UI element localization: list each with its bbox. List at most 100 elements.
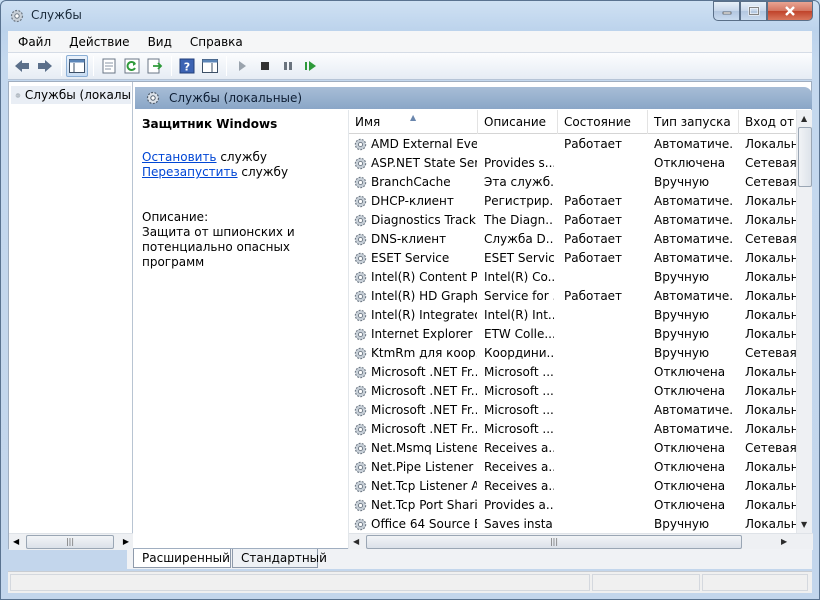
properties-button[interactable] (98, 55, 120, 77)
table-row[interactable]: ESET Service ESET Service Работает Автомати… (349, 249, 797, 268)
table-cell: Отключена (654, 498, 726, 512)
menu-help[interactable]: Справка (180, 35, 251, 49)
table-cell: Отключена (654, 384, 726, 398)
refresh-button[interactable] (121, 55, 143, 77)
table-row[interactable]: ASP.NET State Ser... Provides s... Отключе… (349, 154, 797, 173)
table-row[interactable]: Microsoft .NET Fr... Microsoft ... Автомат… (349, 401, 797, 420)
scroll-left-icon[interactable]: ◀ (353, 537, 359, 546)
scroll-thumb[interactable] (798, 127, 812, 187)
stop-service-link[interactable]: Остановить (142, 150, 217, 164)
column-header-name[interactable]: ▲ Имя (349, 110, 478, 134)
table-cell: Работает (564, 251, 623, 265)
close-button[interactable] (767, 1, 813, 21)
table-row[interactable]: Microsoft .NET Fr... Microsoft ... Отключе… (349, 363, 797, 382)
table-cell: Локальн (745, 270, 797, 284)
gear-icon (354, 214, 367, 227)
table-cell: Office 64 Source E... (371, 517, 477, 531)
table-cell: DNS-клиент (371, 232, 447, 246)
column-header-startup-type[interactable]: Тип запуска (648, 110, 739, 134)
table-cell: Автоматиче... (654, 289, 734, 303)
services-rows: AMD External Eve... Работает Автоматиче...… (349, 135, 797, 533)
scroll-thumb[interactable]: ||| (366, 535, 742, 549)
scroll-right-icon[interactable]: ▶ (781, 537, 787, 546)
toolbar-separator (93, 56, 94, 76)
scroll-down-icon[interactable]: ▼ (801, 520, 807, 529)
scroll-up-icon[interactable]: ▲ (801, 114, 807, 123)
help-button[interactable]: ? (176, 55, 198, 77)
table-row[interactable]: DNS-клиент Служба D... Работает Автоматиче.… (349, 230, 797, 249)
table-row[interactable]: Diagnostics Tracki... The Diagn... Работае… (349, 211, 797, 230)
tab-standard[interactable]: Стандартный (232, 549, 327, 568)
gear-icon (354, 271, 367, 284)
toolbar: ? (8, 53, 812, 80)
services-list: ▲ Имя Описание Состояние Тип запуска Вход… (348, 110, 813, 550)
table-cell: Локальн (745, 479, 797, 493)
maximize-button[interactable] (740, 1, 767, 21)
table-row[interactable]: Net.Tcp Listener A... Receives a... Отключ… (349, 477, 797, 496)
menu-file[interactable]: Файл (8, 35, 59, 49)
menu-view[interactable]: Вид (138, 35, 180, 49)
restart-service-link[interactable]: Перезапустить (142, 165, 238, 179)
export-list-button[interactable] (144, 55, 166, 77)
title-bar[interactable]: Службы (1, 1, 819, 31)
table-cell: Отключена (654, 460, 726, 474)
table-row[interactable]: Internet Explorer E... ETW Colle... Вручну… (349, 325, 797, 344)
status-segment (592, 574, 700, 591)
gear-icon (354, 176, 367, 189)
gear-icon (354, 499, 367, 512)
table-cell: Microsoft .NET Fr... (371, 365, 477, 379)
gear-icon (354, 157, 367, 170)
minimize-icon (722, 11, 731, 15)
table-row[interactable]: Intel(R) Content P... Intel(R) Co... Вручн… (349, 268, 797, 287)
table-cell: Intel(R) Integrated... (371, 308, 477, 322)
table-row[interactable]: AMD External Eve... Работает Автоматиче...… (349, 135, 797, 154)
table-row[interactable]: Intel(R) HD Graphi... Service for ... Рабо… (349, 287, 797, 306)
show-action-pane-button[interactable] (199, 55, 221, 77)
back-button[interactable] (11, 55, 33, 77)
pause-service-button[interactable] (277, 55, 299, 77)
table-cell: Автоматиче... (654, 403, 734, 417)
table-cell: Автоматиче... (654, 251, 734, 265)
table-row[interactable]: Intel(R) Integrated... Intel(R) Int... Вру… (349, 306, 797, 325)
menu-action[interactable]: Действие (59, 35, 137, 49)
gear-icon (354, 366, 367, 379)
table-cell: Saves insta... (484, 517, 554, 531)
show-console-tree-button[interactable] (66, 55, 88, 77)
restart-service-suffix: службу (237, 165, 289, 179)
start-service-button[interactable] (231, 55, 253, 77)
table-row[interactable]: Net.Tcp Port Shari... Provides a... Отключ… (349, 496, 797, 515)
table-row[interactable]: KtmRm для коор... Координи... Вручную Сетев… (349, 344, 797, 363)
forward-button[interactable] (34, 55, 56, 77)
svg-text:?: ? (184, 61, 190, 74)
table-row[interactable]: Microsoft .NET Fr... Microsoft ... Автомат… (349, 420, 797, 439)
table-row[interactable]: Net.Msmq Listene... Receives a... Отключен… (349, 439, 797, 458)
column-header-log-on-as[interactable]: Вход от и (739, 110, 797, 134)
stop-service-button[interactable] (254, 55, 276, 77)
table-row[interactable]: BranchCache Эта служб... Вручную Сетевая с (349, 173, 797, 192)
tab-extended[interactable]: Расширенный (133, 549, 231, 568)
minimize-button[interactable] (713, 1, 740, 21)
column-header-status[interactable]: Состояние (558, 110, 648, 134)
table-cell: Service for ... (484, 289, 554, 303)
scroll-right-icon[interactable]: ▶ (123, 537, 129, 546)
tree-item-services-local[interactable]: Службы (локалы (11, 86, 131, 104)
table-row[interactable]: Office 64 Source E... Saves insta... Вручн… (349, 515, 797, 533)
panel-header-title: Службы (локальные) (169, 91, 303, 105)
horizontal-scrollbar[interactable]: ◀ ||| ▶ (349, 533, 813, 550)
scroll-thumb[interactable]: ||| (26, 535, 114, 549)
table-row[interactable]: DHCP-клиент Регистрир... Работает Автоматич… (349, 192, 797, 211)
table-cell: Локальн (745, 498, 797, 512)
table-cell: Microsoft ... (484, 422, 554, 436)
table-cell: Сетевая с (745, 441, 797, 455)
table-cell: DHCP-клиент (371, 194, 454, 208)
table-cell: Координи... (484, 346, 554, 360)
column-header-description[interactable]: Описание (478, 110, 558, 134)
scroll-left-icon[interactable]: ◀ (13, 537, 19, 546)
table-row[interactable]: Net.Pipe Listener ... Receives a... Отключ… (349, 458, 797, 477)
vertical-scrollbar[interactable]: ▲ ▼ (796, 110, 812, 533)
tree-horizontal-scrollbar[interactable]: ◀ ||| ▶ (9, 533, 133, 550)
table-row[interactable]: Microsoft .NET Fr... Microsoft ... Отключе… (349, 382, 797, 401)
gear-icon (354, 385, 367, 398)
restart-service-button[interactable] (300, 55, 322, 77)
table-cell: Microsoft .NET Fr... (371, 384, 477, 398)
